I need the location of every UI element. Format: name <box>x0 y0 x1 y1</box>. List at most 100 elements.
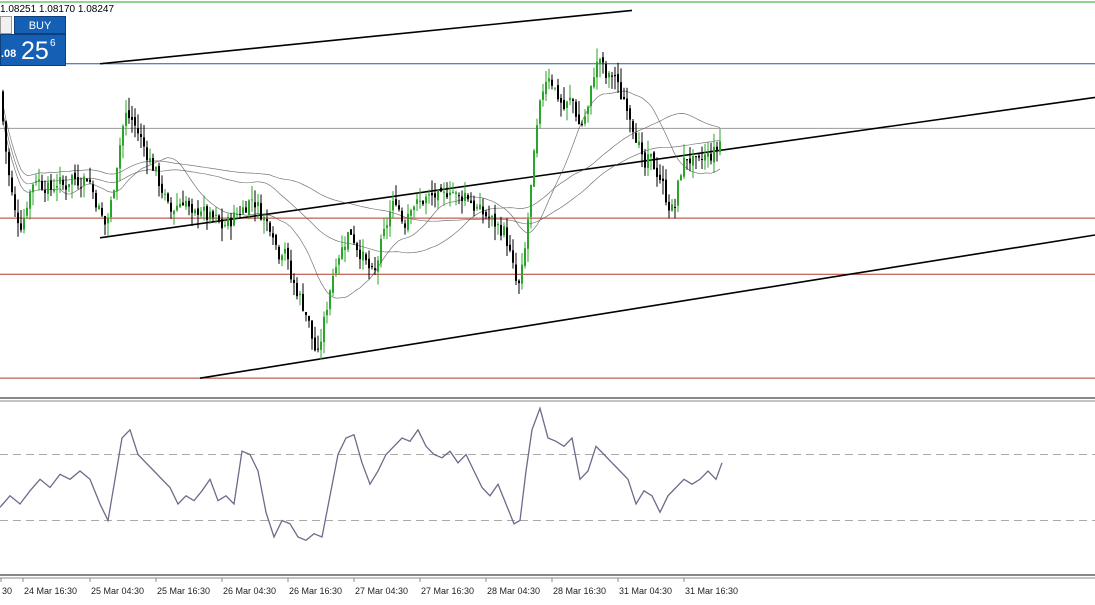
candle-body <box>341 247 343 259</box>
candle-38 <box>116 167 118 200</box>
candle-210 <box>632 119 634 140</box>
candle-161 <box>485 209 487 219</box>
candle-107 <box>323 311 325 354</box>
candle-80 <box>242 200 244 215</box>
candle-95 <box>287 242 289 270</box>
candle-body <box>458 195 460 197</box>
candle-3 <box>11 170 13 196</box>
candle-12 <box>38 168 40 191</box>
candle-27 <box>83 173 85 198</box>
candle-168 <box>506 218 508 257</box>
candle-167 <box>503 222 505 238</box>
candle-body <box>698 155 700 158</box>
candle-body <box>110 200 112 218</box>
candle-198 <box>596 48 598 90</box>
candle-180 <box>542 83 544 107</box>
candle-body <box>170 202 172 212</box>
candle-body <box>38 179 40 182</box>
candle-141 <box>425 193 427 215</box>
candle-body <box>683 157 685 177</box>
candle-body <box>491 216 493 218</box>
candle-body <box>5 121 7 152</box>
candle-body <box>428 194 430 196</box>
candle-body <box>251 199 253 201</box>
candle-90 <box>272 226 274 245</box>
candle-body <box>317 348 319 350</box>
candle-body <box>146 147 148 161</box>
candle-body <box>623 96 625 99</box>
price-chart-svg[interactable]: 30 24 Mar 16:30 25 Mar 04:30 25 Mar 16:30 26… <box>0 0 1095 600</box>
candle-body <box>14 194 16 211</box>
time-axis: 30 24 Mar 16:30 25 Mar 04:30 25 Mar 16:30 26… <box>0 578 738 596</box>
candle-body <box>479 204 481 210</box>
candle-48 <box>146 140 148 175</box>
candle-100 <box>302 283 304 312</box>
candle-216 <box>650 153 652 170</box>
candle-232 <box>698 153 700 162</box>
candle-body <box>302 294 304 311</box>
candle-192 <box>578 100 580 125</box>
x-tick-label-2: 25 Mar 04:30 <box>91 586 144 596</box>
candle-body <box>590 85 592 107</box>
candle-body <box>533 150 535 187</box>
buy-button[interactable]: BUY <box>14 16 66 34</box>
x-tick-label-7: 27 Mar 16:30 <box>421 586 474 596</box>
candle-body <box>566 101 568 109</box>
candle-body <box>119 145 121 169</box>
panel-separators <box>0 397 1095 579</box>
candle-31 <box>95 189 97 212</box>
buy-price-box[interactable]: .08 25 6 <box>0 34 66 66</box>
candle-body <box>389 211 391 227</box>
candle-body <box>68 184 70 188</box>
candle-body <box>347 232 349 250</box>
candle-body <box>443 191 445 193</box>
trend-line-2 <box>199 234 1095 379</box>
chart-area[interactable]: 30 24 Mar 16:30 25 Mar 04:30 25 Mar 16:30 26… <box>0 0 1095 600</box>
candle-body <box>194 209 196 214</box>
candle-157 <box>473 195 475 217</box>
candle-body <box>419 200 421 202</box>
candle-208 <box>626 87 628 120</box>
candle-body <box>719 141 721 152</box>
x-tick-label-11: 31 Mar 16:30 <box>685 586 738 596</box>
candle-156 <box>470 192 472 204</box>
candle-body <box>212 211 214 218</box>
x-tick-label-8: 28 Mar 04:30 <box>487 586 540 596</box>
candle-202 <box>608 70 610 88</box>
candle-body <box>284 248 286 254</box>
candle-body <box>398 205 400 210</box>
candle-body <box>278 246 280 260</box>
candle-116 <box>350 229 352 236</box>
candle-body <box>671 204 673 211</box>
candle-165 <box>497 221 499 235</box>
candle-body <box>65 185 67 190</box>
candle-146 <box>440 183 442 193</box>
candle-122 <box>368 250 370 280</box>
candle-68 <box>206 204 208 230</box>
candle-body <box>209 211 211 220</box>
candle-body <box>611 75 613 77</box>
candle-body <box>500 224 502 236</box>
candle-body <box>59 177 61 184</box>
candle-179 <box>539 99 541 129</box>
horizontal-levels <box>0 1 1095 379</box>
candle-206 <box>620 68 622 100</box>
candle-79 <box>239 205 241 218</box>
candle-113 <box>341 235 343 261</box>
buy-price-pip: 6 <box>50 38 56 49</box>
candle-195 <box>587 105 589 123</box>
candle-body <box>32 184 34 193</box>
sell-button-stub[interactable] <box>0 16 12 34</box>
candle-body <box>179 203 181 208</box>
candle-92 <box>278 244 280 264</box>
candle-body <box>620 82 622 100</box>
candle-body <box>305 311 307 316</box>
candle-body <box>101 207 103 216</box>
candle-body <box>701 158 703 160</box>
candle-body <box>263 217 265 221</box>
candle-89 <box>269 220 271 237</box>
candle-81 <box>245 200 247 213</box>
candle-body <box>182 202 184 206</box>
candle-9 <box>29 189 31 220</box>
candle-body <box>542 91 544 100</box>
